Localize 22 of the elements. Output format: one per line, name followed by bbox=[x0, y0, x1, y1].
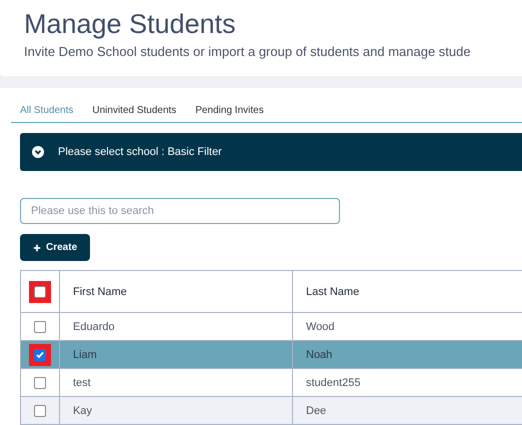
checkbox[interactable] bbox=[34, 348, 46, 360]
table-cell: Kay bbox=[60, 396, 292, 424]
tab[interactable]: Pending Invites bbox=[195, 105, 264, 116]
create-button[interactable]: Create bbox=[20, 234, 90, 261]
column-header: Last Name bbox=[292, 270, 522, 312]
page-title: Manage Students bbox=[24, 8, 237, 40]
table-cell: Liam bbox=[60, 340, 292, 368]
checkbox[interactable] bbox=[34, 376, 46, 388]
tab[interactable]: All Students bbox=[20, 105, 74, 116]
column-header: First Name bbox=[60, 270, 292, 312]
plus-icon bbox=[33, 244, 41, 252]
checkbox[interactable] bbox=[34, 286, 46, 298]
filter-label: Please select school : Basic Filter bbox=[58, 146, 222, 158]
page-subtitle: Invite Demo School students or import a group of students and manage stude bbox=[24, 44, 472, 59]
checkbox[interactable] bbox=[34, 320, 46, 332]
tab[interactable]: Uninvited Students bbox=[92, 105, 176, 116]
search-field[interactable]: Please use this to search bbox=[20, 198, 340, 224]
chevron-icon bbox=[32, 146, 44, 158]
table-cell: Dee bbox=[292, 396, 522, 424]
checkbox[interactable] bbox=[34, 404, 46, 416]
table-cell: Noah bbox=[292, 340, 522, 368]
filter-bar[interactable]: Please select school : Basic Filter bbox=[20, 133, 522, 171]
